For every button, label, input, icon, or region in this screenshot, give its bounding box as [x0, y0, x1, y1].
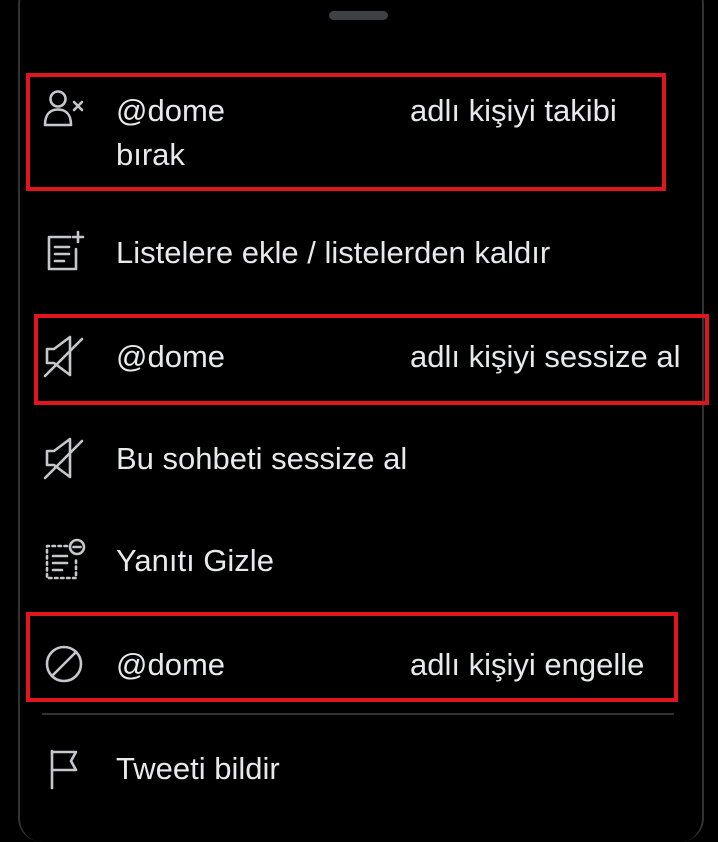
highlight-box-unfollow: [26, 73, 666, 191]
hide-reply-icon: [40, 536, 88, 584]
menu-item-lists[interactable]: Listelere ekle / listelerden kaldır: [0, 226, 718, 282]
report-label: Tweeti bildir: [116, 751, 280, 786]
flag-icon: [40, 744, 88, 792]
highlight-box-mute-user: [34, 314, 709, 405]
speaker-muted-icon: [40, 434, 88, 482]
sheet-grabber-handle[interactable]: [329, 11, 388, 20]
menu-item-hide-reply[interactable]: Yanıtı Gizle: [0, 534, 718, 590]
divider: [42, 713, 674, 715]
menu-item-mute-conversation[interactable]: Bu sohbeti sessize al: [0, 432, 718, 488]
hide-reply-label: Yanıtı Gizle: [116, 543, 274, 578]
menu-item-report[interactable]: Tweeti bildir: [0, 742, 718, 798]
list-add-icon: [40, 228, 88, 276]
highlight-box-block: [26, 612, 678, 702]
mute-conversation-label: Bu sohbeti sessize al: [116, 441, 408, 476]
lists-label: Listelere ekle / listelerden kaldır: [116, 235, 551, 270]
